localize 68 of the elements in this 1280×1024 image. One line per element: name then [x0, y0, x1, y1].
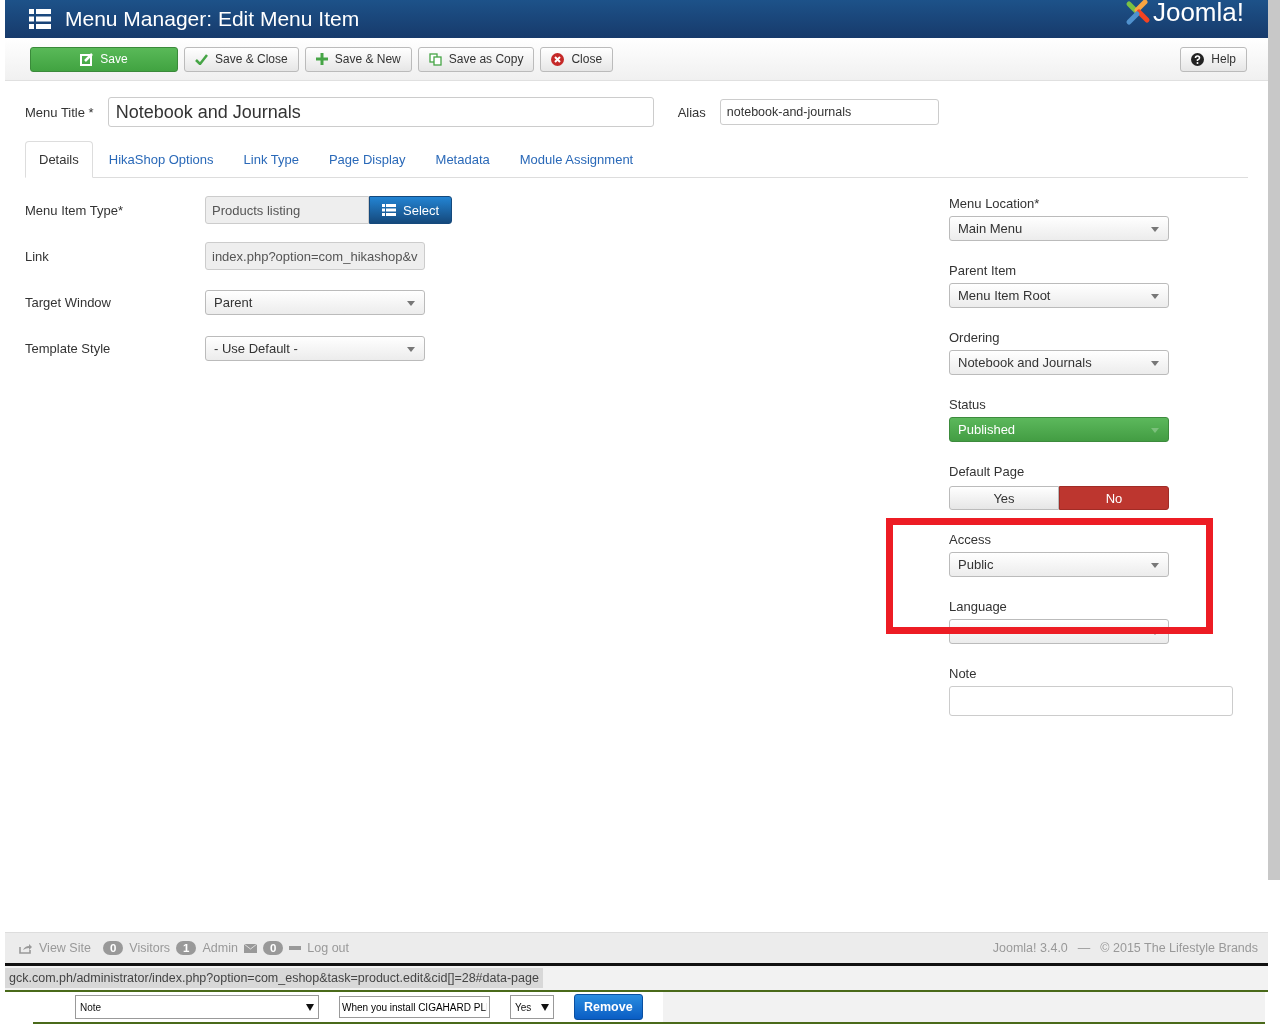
status-url: gck.com.ph/administrator/index.php?option=com_eshop&task=product.edit&cid[]=28#data-page — [5, 968, 543, 988]
mail-icon — [243, 943, 257, 953]
field-label: Link — [25, 248, 50, 264]
select-button[interactable]: Select — [369, 196, 453, 224]
dropdown[interactable]: Public — [949, 552, 1169, 577]
toggle-option[interactable]: No — [1059, 486, 1169, 510]
tab[interactable]: Metadata — [421, 141, 504, 178]
copyright-text: © 2015 The Lifestyle Brands — [1100, 941, 1258, 955]
menu-title-field[interactable]: Notebook and Journals — [107, 97, 654, 127]
field-label: Menu Title * — [25, 104, 94, 120]
help-button[interactable]: Help — [1180, 46, 1247, 72]
menu-item-type-field: Products listing — [205, 196, 369, 224]
caret-icon — [541, 1003, 549, 1011]
admin-label: Admin — [202, 941, 238, 955]
tab[interactable]: Page Display — [314, 141, 420, 178]
text-field[interactable]: When you install CIGAHARD PLI — [339, 996, 490, 1018]
dropdown[interactable]: Parent — [205, 289, 425, 315]
dropdown[interactable]: Notebook and Journals — [949, 350, 1169, 375]
share-icon — [19, 942, 33, 954]
yes-dropdown[interactable]: Yes — [510, 995, 554, 1019]
dropdown[interactable]: Main Menu — [949, 216, 1169, 241]
save-close-button[interactable]: Save & Close — [184, 46, 299, 72]
field-label: Access — [949, 532, 992, 547]
field-label: Menu Location* — [949, 196, 1041, 211]
toggle-option[interactable]: Yes — [949, 486, 1059, 510]
remove-button[interactable]: Remove — [574, 994, 643, 1020]
field-label: Status — [949, 397, 987, 412]
field-label: Parent Item — [949, 263, 1018, 278]
caret-icon — [306, 1003, 314, 1011]
list-icon — [382, 204, 396, 216]
separator-dash: — — [1077, 941, 1091, 955]
field-label: Target Window — [25, 294, 112, 310]
visitors-count: 0 — [102, 941, 124, 955]
field-label: Ordering — [949, 330, 1001, 345]
check-icon — [195, 53, 208, 65]
message-count: 0 — [262, 941, 284, 955]
field-label: Note — [949, 666, 978, 681]
field-label: Alias — [677, 104, 706, 120]
plus-icon — [315, 53, 328, 65]
version-text: Joomla! 3.4.0 — [992, 941, 1068, 955]
minus-icon — [289, 946, 302, 950]
field-label: Default Page — [949, 464, 1026, 479]
tab[interactable]: Link Type — [229, 141, 313, 178]
copy-icon — [428, 52, 442, 66]
visitors-label: Visitors — [129, 941, 171, 955]
tab[interactable]: Details — [25, 141, 93, 178]
field-label: Language — [949, 599, 1008, 614]
dropdown[interactable]: - Use Default - — [205, 335, 425, 361]
close-button[interactable]: Close — [540, 46, 614, 72]
tab[interactable]: Module Assignment — [505, 141, 648, 178]
alias-field[interactable]: notebook-and-journals — [719, 99, 939, 125]
help-icon — [1191, 52, 1205, 66]
field-label: Menu Item Type* — [25, 202, 125, 218]
edit-icon — [80, 52, 94, 66]
field-label: Template Style — [25, 340, 112, 356]
tab[interactable]: HikaShop Options — [94, 141, 228, 178]
page-title: Menu Manager: Edit Menu Item — [65, 7, 360, 31]
scrollbar[interactable] — [1268, 0, 1280, 880]
note-field[interactable] — [949, 686, 1233, 716]
link-field: index.php?option=com_hikashop&v — [205, 242, 425, 270]
close-icon — [551, 52, 565, 66]
admin-count: 1 — [176, 941, 197, 955]
note-dropdown[interactable]: Note — [75, 995, 319, 1019]
save-copy-button[interactable]: Save as Copy — [417, 46, 535, 72]
menu-icon — [29, 9, 51, 29]
logo-text: Joomla! — [1152, 0, 1244, 28]
save-new-button[interactable]: Save & New — [304, 46, 412, 72]
dropdown[interactable]: Menu Item Root — [949, 283, 1169, 308]
